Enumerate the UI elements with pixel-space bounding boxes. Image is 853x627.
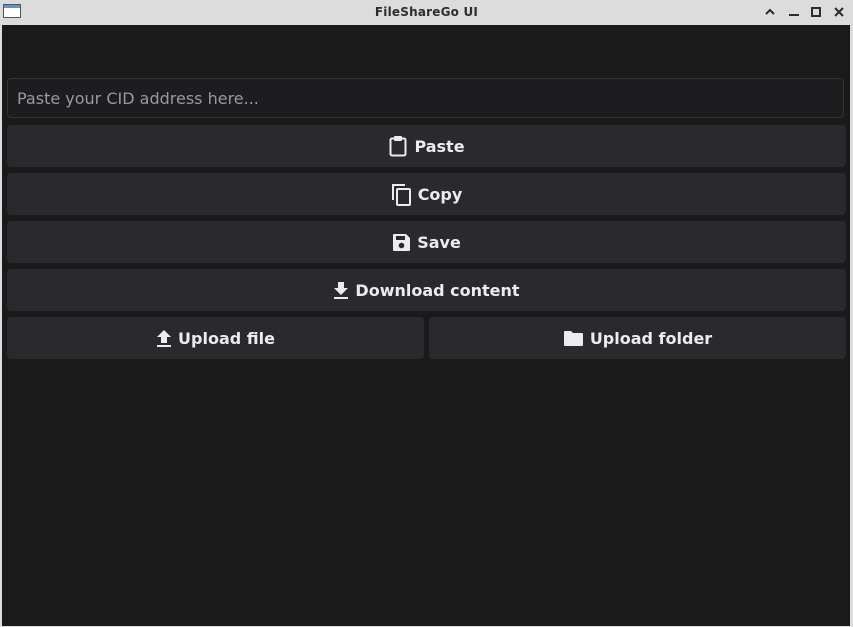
save-button-label: Save bbox=[417, 232, 461, 252]
title-bar[interactable]: FileShareGo UI bbox=[0, 0, 853, 25]
copy-icon bbox=[391, 183, 412, 206]
folder-icon bbox=[563, 330, 584, 347]
window-title: FileShareGo UI bbox=[374, 5, 479, 19]
main-panel: Paste Copy Save bbox=[2, 25, 850, 626]
upload-folder-button-label: Upload folder bbox=[589, 328, 713, 348]
maximize-icon[interactable] bbox=[761, 3, 779, 21]
download-content-button[interactable]: Download content bbox=[7, 269, 846, 311]
upload-folder-button[interactable]: Upload folder bbox=[429, 317, 846, 359]
cid-address-input[interactable] bbox=[7, 78, 844, 118]
upload-file-button[interactable]: Upload file bbox=[7, 317, 424, 359]
minimize-icon[interactable] bbox=[785, 3, 803, 21]
clipboard-icon bbox=[388, 135, 408, 157]
close-icon[interactable] bbox=[830, 3, 848, 21]
copy-button[interactable]: Copy bbox=[7, 173, 846, 215]
paste-button[interactable]: Paste bbox=[7, 125, 846, 167]
upload-icon bbox=[156, 329, 172, 348]
upload-file-button-label: Upload file bbox=[178, 328, 275, 348]
download-icon bbox=[333, 281, 349, 300]
download-button-label: Download content bbox=[355, 280, 520, 300]
paste-button-label: Paste bbox=[414, 136, 465, 156]
save-button[interactable]: Save bbox=[7, 221, 846, 263]
save-icon bbox=[392, 233, 411, 252]
restore-icon[interactable] bbox=[807, 3, 825, 21]
copy-button-label: Copy bbox=[417, 184, 463, 204]
app-window: FileShareGo UI Paste your CID address he… bbox=[0, 0, 853, 627]
